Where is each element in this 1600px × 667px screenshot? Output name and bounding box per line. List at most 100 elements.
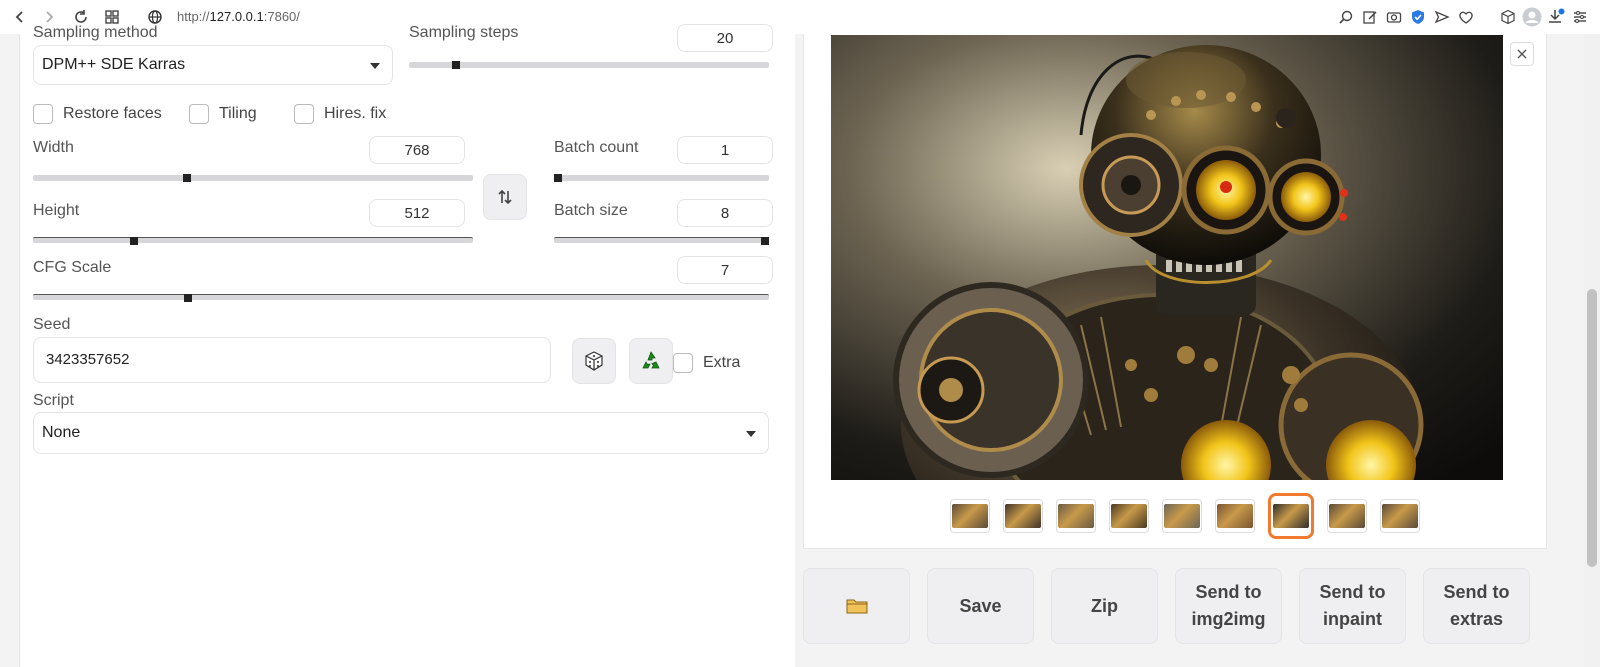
width-label: Width <box>33 139 74 156</box>
back-icon[interactable] <box>9 6 31 28</box>
seed-input[interactable]: 3423357652 <box>33 337 551 383</box>
output-actions: Save Zip Send to img2img Send to inpaint S… <box>803 568 1545 648</box>
open-folder-button[interactable] <box>803 568 910 644</box>
sampling-steps-label: Sampling steps <box>409 24 519 41</box>
extra-seed-checkbox[interactable]: Extra <box>673 353 740 373</box>
sampling-steps-input[interactable]: 20 <box>677 24 773 52</box>
download-icon[interactable] <box>1546 6 1566 28</box>
batch-count-label: Batch count <box>554 139 639 156</box>
restore-faces-label: Restore faces <box>63 105 162 122</box>
gallery-thumbnail[interactable] <box>1162 499 1202 533</box>
width-slider[interactable] <box>33 174 473 182</box>
gallery-thumbnail[interactable] <box>1056 499 1096 533</box>
close-image-button[interactable] <box>1510 42 1534 66</box>
edit-icon[interactable] <box>1360 6 1380 28</box>
recycle-icon <box>642 351 660 369</box>
batch-size-input[interactable]: 8 <box>677 199 773 227</box>
send-icon[interactable] <box>1432 6 1452 28</box>
hires-fix-checkbox[interactable]: Hires. fix <box>294 104 386 124</box>
scrollbar-thumb[interactable] <box>1587 289 1597 567</box>
gallery-thumbnails <box>950 493 1420 539</box>
gallery-thumbnail[interactable] <box>1003 499 1043 533</box>
chevron-down-icon <box>746 431 756 437</box>
restore-faces-checkbox[interactable]: Restore faces <box>33 104 162 124</box>
height-input[interactable]: 512 <box>369 199 465 227</box>
sampling-steps-slider[interactable] <box>409 61 769 69</box>
page-scrollbar[interactable] <box>1584 34 1600 667</box>
swap-dimensions-button[interactable] <box>483 174 527 220</box>
seed-label: Seed <box>33 316 71 333</box>
slider-thumb[interactable] <box>451 61 460 69</box>
send-to-extras-button[interactable]: Send to extras <box>1423 568 1530 644</box>
generated-image[interactable] <box>831 35 1503 480</box>
thumbnail-image <box>1217 504 1253 528</box>
send-extras-line1: Send to <box>1443 582 1510 602</box>
slider-thumb[interactable] <box>183 294 192 302</box>
avatar[interactable] <box>1522 6 1542 28</box>
checkbox-box[interactable] <box>189 104 209 124</box>
gallery-thumbnail[interactable] <box>1380 499 1420 533</box>
checkbox-box[interactable] <box>33 104 53 124</box>
gallery-thumbnail[interactable] <box>950 499 990 533</box>
batch-count-input[interactable]: 1 <box>677 136 773 164</box>
dice-icon <box>585 351 603 371</box>
shield-icon[interactable] <box>1408 6 1428 28</box>
height-slider[interactable] <box>33 237 473 245</box>
robot-image <box>831 35 1503 480</box>
thumbnail-image <box>1058 504 1094 528</box>
thumbnail-image <box>1164 504 1200 528</box>
sampling-method-label: Sampling method <box>33 24 158 41</box>
swap-icon <box>498 189 512 205</box>
heart-icon[interactable] <box>1456 6 1476 28</box>
slider-thumb[interactable] <box>761 237 769 245</box>
cfg-scale-label: CFG Scale <box>33 259 112 276</box>
url-host: 127.0.0.1 <box>209 9 264 24</box>
cfg-scale-input[interactable]: 7 <box>677 256 773 284</box>
hires-fix-label: Hires. fix <box>324 105 387 122</box>
url-suffix: :7860/ <box>263 9 300 24</box>
width-input[interactable]: 768 <box>369 136 465 164</box>
zoom-icon[interactable] <box>1336 6 1356 28</box>
address-bar[interactable]: http://127.0.0.1:7860/ <box>177 9 300 24</box>
thumbnail-image <box>1382 504 1418 528</box>
slider-thumb[interactable] <box>183 174 191 182</box>
chevron-down-icon <box>370 63 380 69</box>
url-prefix: http:// <box>177 9 210 24</box>
checkbox-box[interactable] <box>673 353 693 373</box>
sampling-method-select[interactable]: DPM++ SDE Karras <box>33 45 393 85</box>
menu-icon[interactable] <box>1570 6 1590 28</box>
slider-thumb[interactable] <box>130 237 139 245</box>
gallery-thumbnail[interactable] <box>1268 493 1314 539</box>
save-button[interactable]: Save <box>927 568 1034 644</box>
batch-count-slider[interactable] <box>554 174 769 182</box>
script-select[interactable]: None <box>33 412 769 454</box>
script-label: Script <box>33 392 74 409</box>
thumbnail-image <box>952 504 988 528</box>
slider-thumb[interactable] <box>554 174 562 182</box>
gallery-thumbnail[interactable] <box>1327 499 1367 533</box>
gallery-thumbnail[interactable] <box>1215 499 1255 533</box>
send-to-inpaint-button[interactable]: Send to inpaint <box>1299 568 1406 644</box>
tiling-checkbox[interactable]: Tiling <box>189 104 257 124</box>
batch-size-slider[interactable] <box>554 237 769 245</box>
thumbnail-image <box>1111 504 1147 528</box>
send-to-img2img-button[interactable]: Send to img2img <box>1175 568 1282 644</box>
cube-icon[interactable] <box>1498 6 1518 28</box>
gallery-thumbnail[interactable] <box>1109 499 1149 533</box>
close-icon <box>1517 49 1527 59</box>
reuse-seed-button[interactable] <box>629 338 673 384</box>
camera-icon[interactable] <box>1384 6 1404 28</box>
send-extras-line2: extras <box>1449 609 1504 629</box>
height-label: Height <box>33 202 80 219</box>
batch-size-label: Batch size <box>554 202 628 219</box>
browser-toolbar: http://127.0.0.1:7860/ <box>0 0 1600 34</box>
random-seed-button[interactable] <box>572 338 616 384</box>
folder-icon <box>846 599 867 614</box>
send-inpaint-line1: Send to <box>1319 582 1386 602</box>
send-img2img-line2: img2img <box>1191 609 1266 629</box>
checkbox-box[interactable] <box>294 104 314 124</box>
cfg-scale-slider[interactable] <box>33 294 769 302</box>
zip-button[interactable]: Zip <box>1051 568 1158 644</box>
thumbnail-image <box>1005 504 1041 528</box>
